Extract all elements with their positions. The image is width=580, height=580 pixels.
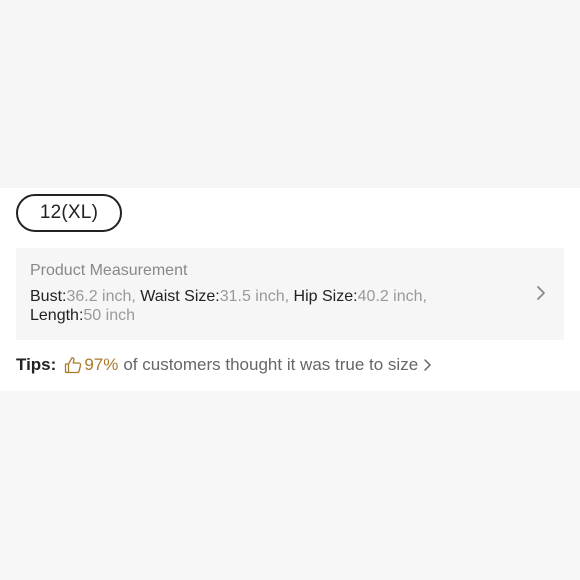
length-label: Length: — [30, 307, 84, 324]
true-to-size-message: of customers thought it was true to size — [123, 355, 419, 374]
tips-label: Tips: — [16, 355, 57, 374]
dimmed-overlay-bottom[interactable] — [0, 391, 580, 580]
hip-size-label: Hip Size: — [293, 288, 358, 305]
bust-value: 36.2 inch — [66, 288, 132, 305]
product-measurement-card[interactable]: Product Measurement Bust:36.2 inch, Wais… — [16, 248, 564, 340]
thumbs-up-icon — [65, 357, 82, 374]
chevron-right-icon — [537, 286, 545, 300]
fit-tips-row[interactable]: Tips: 97% of customers thought it was tr… — [16, 354, 432, 376]
dimmed-overlay-top[interactable] — [0, 0, 580, 188]
product-measurement-values: Bust:36.2 inch, Waist Size:31.5 inch, Hi… — [30, 288, 427, 324]
length-value: 50 inch — [83, 307, 135, 324]
true-to-size-percent: 97% — [84, 355, 119, 374]
size-option-label: 12(XL) — [39, 202, 99, 223]
product-measurement-title: Product Measurement — [30, 262, 188, 279]
bust-label: Bust: — [30, 288, 67, 305]
chevron-right-icon — [424, 359, 431, 371]
size-option-chip[interactable]: 12(XL) — [16, 194, 122, 232]
waist-size-value: 31.5 inch — [219, 288, 285, 305]
waist-size-label: Waist Size: — [140, 288, 220, 305]
size-info-panel: 12(XL) Product Measurement Bust:36.2 inc… — [0, 188, 580, 391]
hip-size-value: 40.2 inch — [357, 288, 423, 305]
